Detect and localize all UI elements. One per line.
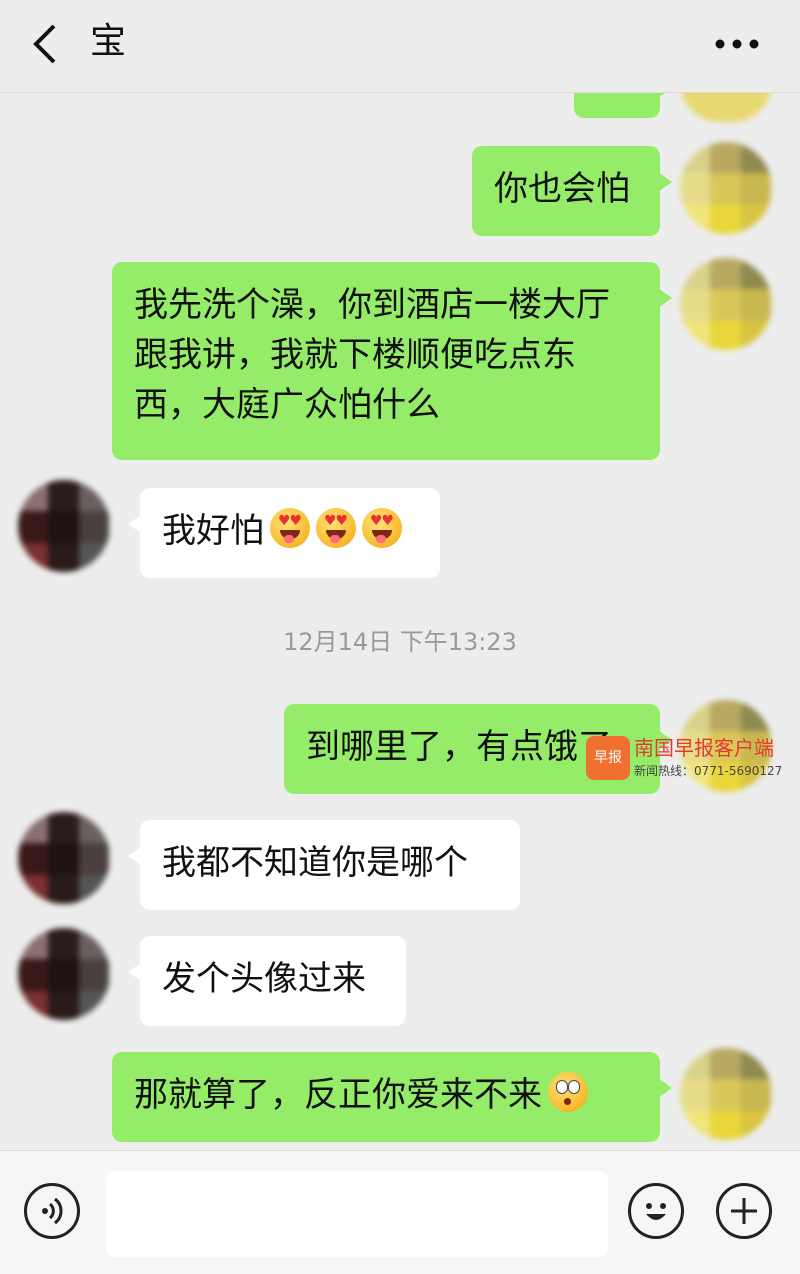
smiley-icon[interactable] xyxy=(628,1183,684,1239)
message-text: 发个头像过来 xyxy=(162,959,366,999)
more-dots-icon[interactable] xyxy=(714,38,760,50)
watermark-logo: 早报 xyxy=(586,736,630,780)
message-input[interactable] xyxy=(106,1171,608,1257)
voice-icon[interactable] xyxy=(24,1183,80,1239)
chevron-left-icon[interactable] xyxy=(28,22,64,66)
message-text: 我都不知道你是哪个 xyxy=(162,843,468,883)
message-bubble-me[interactable]: 那就算了，反正你爱来不来 xyxy=(112,1052,672,1142)
contact-avatar[interactable] xyxy=(18,928,110,1020)
plus-icon[interactable] xyxy=(716,1183,772,1239)
chat-title: 宝 xyxy=(90,21,127,62)
message-bubble-them[interactable]: 我都不知道你是哪个 xyxy=(128,820,520,910)
message-text: 那就算了，反正你爱来不来 xyxy=(134,1075,542,1115)
watermark-name: 南国早报客户端 xyxy=(634,736,774,760)
my-avatar[interactable] xyxy=(680,142,772,234)
contact-avatar[interactable] xyxy=(18,480,110,572)
message-text: 我好怕 xyxy=(162,511,264,551)
my-avatar[interactable] xyxy=(680,92,772,122)
message-text: 我先洗个澡，你到酒店一楼大厅跟我讲，我就下楼顺便吃点东西，大庭广众怕什么 xyxy=(134,285,610,425)
message-bubble-me[interactable]: 我先洗个澡，你到酒店一楼大厅跟我讲，我就下楼顺便吃点东西，大庭广众怕什么 xyxy=(112,262,672,460)
chat-header: 宝 xyxy=(0,0,800,93)
message-text: 到哪里了，有点饿了 xyxy=(306,727,612,767)
heart-eyes-tongue-icon xyxy=(362,508,402,548)
message-bubble-them[interactable]: 我好怕 xyxy=(128,488,440,578)
message-list[interactable]: 你也会怕 我先洗个澡，你到酒店一楼大厅跟我讲，我就下楼顺便吃点东西，大庭广众怕什… xyxy=(0,92,800,1150)
my-avatar[interactable] xyxy=(680,1048,772,1140)
news-watermark: 早报 南国早报客户端 新闻热线：0771-5690127 xyxy=(586,732,800,792)
message-bubble-me[interactable]: 你也会怕 xyxy=(472,146,672,236)
my-avatar[interactable] xyxy=(680,258,772,350)
watermark-hotline: 新闻热线：0771-5690127 xyxy=(634,764,783,778)
contact-avatar[interactable] xyxy=(18,812,110,904)
message-bubble-them[interactable]: 发个头像过来 xyxy=(128,936,406,1026)
heart-eyes-tongue-icon xyxy=(316,508,356,548)
flushed-face-icon xyxy=(548,1072,588,1112)
heart-eyes-tongue-icon xyxy=(270,508,310,548)
message-text: 你也会怕 xyxy=(494,169,630,209)
input-bar xyxy=(0,1150,800,1274)
message-bubble-partial xyxy=(574,92,672,118)
message-timestamp: 12月14日 下午13:23 xyxy=(283,628,517,656)
